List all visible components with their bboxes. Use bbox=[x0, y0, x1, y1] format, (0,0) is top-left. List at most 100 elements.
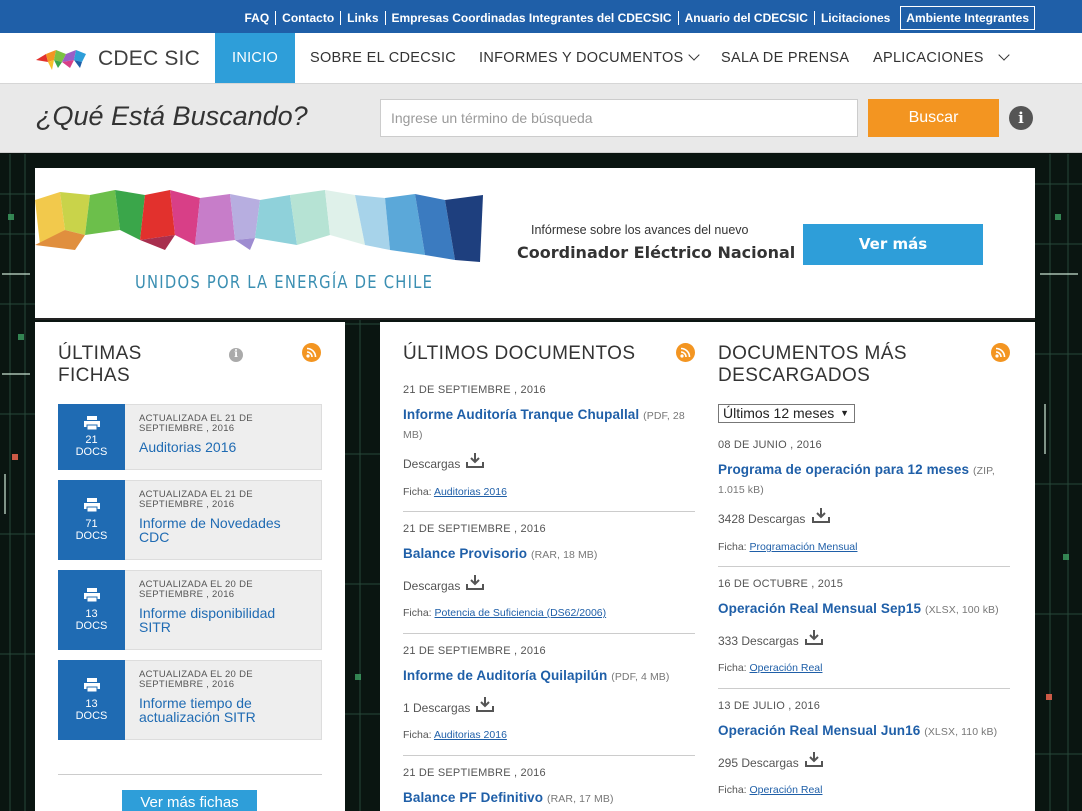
nav-aplicaciones-label: APLICACIONES bbox=[873, 50, 984, 66]
ficha-name[interactable]: Auditorias 2016 bbox=[139, 440, 236, 454]
doc-date: 21 DE SEPTIEMBRE , 2016 bbox=[403, 523, 546, 535]
ficha-updated: ACTUALIZADA EL 20 DE SEPTIEMBRE , 2016 bbox=[139, 669, 253, 690]
ficha-item[interactable]: 13 DOCS ACTUALIZADA EL 20 DE SEPTIEMBRE … bbox=[58, 660, 322, 740]
doc-ficha-link[interactable]: Auditorias 2016 bbox=[434, 729, 507, 741]
ficha-item[interactable]: 71 DOCS ACTUALIZADA EL 21 DE SEPTIEMBRE … bbox=[58, 480, 322, 560]
doc-date: 21 DE SEPTIEMBRE , 2016 bbox=[403, 384, 546, 396]
ficha-updated: ACTUALIZADA EL 20 DE SEPTIEMBRE , 2016 bbox=[139, 579, 253, 600]
divider bbox=[58, 774, 322, 775]
nav-sala-prensa[interactable]: SALA DE PRENSA bbox=[721, 33, 849, 83]
mas-descargados-title-line1: DOCUMENTOS MÁS bbox=[718, 343, 907, 364]
ficha-doc-count: 13 DOCS bbox=[58, 570, 125, 650]
top-links: FAQ Contacto Links Empresas Coordinadas … bbox=[238, 6, 1035, 30]
ficha-name[interactable]: Informe disponibilidad SITR bbox=[139, 606, 309, 634]
ultimas-fichas-title-line2: FICHAS bbox=[58, 365, 131, 386]
ficha-name[interactable]: Informe de Novedades CDC bbox=[139, 516, 309, 544]
ultimos-documentos-title: ÚLTIMOS DOCUMENTOS bbox=[403, 343, 636, 364]
link-links[interactable]: Links bbox=[340, 11, 384, 25]
period-select[interactable]: Últimos 12 meses ▼ bbox=[718, 404, 855, 423]
doc-meta: (XLSX, 110 kB) bbox=[924, 726, 998, 738]
doc-ficha-link[interactable]: Auditorias 2016 bbox=[434, 486, 507, 498]
rss-icon[interactable] bbox=[302, 343, 321, 362]
ficha-docs-label: DOCS bbox=[75, 530, 108, 542]
doc-date: 08 DE JUNIO , 2016 bbox=[718, 439, 822, 451]
search-title: ¿Qué Está Buscando? bbox=[36, 101, 308, 131]
link-ambiente-integrantes[interactable]: Ambiente Integrantes bbox=[900, 6, 1035, 30]
doc-title[interactable]: Programa de operación para 12 meses (ZIP… bbox=[718, 461, 1013, 499]
doc-title[interactable]: Informe Auditoría Tranque Chupallal (PDF… bbox=[403, 406, 693, 444]
doc-title-text: Informe Auditoría Tranque Chupallal bbox=[403, 407, 640, 422]
link-licitaciones[interactable]: Licitaciones bbox=[813, 11, 896, 25]
doc-title-text: Informe de Auditoría Quilapilún bbox=[403, 668, 608, 683]
period-select-value: Últimos 12 meses bbox=[723, 405, 835, 421]
banner-title: Coordinador Eléctrico Nacional bbox=[517, 243, 796, 262]
doc-title[interactable]: Operación Real Mensual Jun16 (XLSX, 110 … bbox=[718, 722, 1018, 741]
doc-ficha-link[interactable]: Operación Real bbox=[750, 784, 823, 796]
ultimas-fichas-panel: ÚLTIMAS FICHAS i 21 DOCS ACTUALIZADA EL … bbox=[35, 322, 345, 811]
banner-ver-mas-button[interactable]: Ver más bbox=[803, 224, 983, 265]
link-empresas-coordinadas[interactable]: Empresas Coordinadas Integrantes del CDE… bbox=[384, 11, 678, 25]
nav-inicio[interactable]: INICIO bbox=[215, 33, 296, 83]
ficha-item[interactable]: 21 DOCS ACTUALIZADA EL 21 DE SEPTIEMBRE … bbox=[58, 404, 322, 470]
printer-icon bbox=[84, 588, 100, 602]
ficha-docs-label: DOCS bbox=[75, 710, 108, 722]
ficha-name[interactable]: Informe tiempo de actualización SITR bbox=[139, 696, 309, 724]
doc-title-text: Balance Provisorio bbox=[403, 546, 528, 561]
doc-date: 13 DE JULIO , 2016 bbox=[718, 700, 821, 712]
ficha-doc-count: 13 DOCS bbox=[58, 660, 125, 740]
logo-text: CDEC SIC bbox=[98, 47, 200, 70]
rss-icon[interactable] bbox=[991, 343, 1010, 362]
nav-sobre[interactable]: SOBRE EL CDECSIC bbox=[310, 33, 456, 83]
download-icon[interactable] bbox=[466, 575, 484, 590]
mas-descargados-title-line2: DESCARGADOS bbox=[718, 365, 871, 386]
doc-ficha-link[interactable]: Operación Real bbox=[750, 662, 823, 674]
download-icon[interactable] bbox=[805, 630, 823, 645]
nav-informes[interactable]: INFORMES Y DOCUMENTOS bbox=[479, 33, 700, 83]
doc-ficha-link[interactable]: Programación Mensual bbox=[750, 541, 858, 553]
ficha-updated: ACTUALIZADA EL 21 DE SEPTIEMBRE , 2016 bbox=[139, 413, 253, 434]
doc-title[interactable]: Informe de Auditoría Quilapilún (PDF, 4 … bbox=[403, 667, 703, 686]
banner-polygon-art bbox=[35, 190, 483, 262]
caret-down-icon: ▼ bbox=[840, 408, 849, 418]
rss-icon[interactable] bbox=[676, 343, 695, 362]
chevron-down-icon bbox=[998, 49, 1010, 61]
download-icon[interactable] bbox=[476, 697, 494, 712]
download-icon[interactable] bbox=[466, 453, 484, 468]
ficha-updated: ACTUALIZADA EL 21 DE SEPTIEMBRE , 2016 bbox=[139, 489, 253, 510]
ficha-count: 13 bbox=[85, 608, 98, 620]
doc-title[interactable]: Balance Provisorio (RAR, 18 MB) bbox=[403, 545, 693, 564]
link-faq[interactable]: FAQ bbox=[238, 11, 275, 25]
doc-ficha: Ficha: Programación Mensual bbox=[718, 541, 857, 553]
divider bbox=[403, 511, 695, 512]
logo-mark-icon bbox=[36, 50, 86, 70]
doc-meta: (PDF, 4 MB) bbox=[611, 671, 670, 683]
nav-aplicaciones[interactable]: APLICACIONES bbox=[873, 33, 1010, 83]
info-icon[interactable]: i bbox=[1009, 106, 1033, 130]
doc-title[interactable]: Operación Real Mensual Sep15 (XLSX, 100 … bbox=[718, 600, 1018, 619]
doc-downloads: 1 Descargas bbox=[403, 701, 471, 715]
doc-ficha-label: Ficha: bbox=[403, 729, 432, 741]
doc-ficha-label: Ficha: bbox=[718, 784, 747, 796]
ficha-item[interactable]: 13 DOCS ACTUALIZADA EL 20 DE SEPTIEMBRE … bbox=[58, 570, 322, 650]
doc-ficha-label: Ficha: bbox=[403, 486, 432, 498]
divider bbox=[718, 688, 1010, 689]
doc-title[interactable]: Balance PF Definitivo (RAR, 17 MB) bbox=[403, 789, 703, 808]
doc-ficha-link[interactable]: Potencia de Suficiencia (DS62/2006) bbox=[435, 607, 607, 619]
doc-title-text: Balance PF Definitivo bbox=[403, 790, 544, 805]
ficha-count: 21 bbox=[85, 434, 98, 446]
logo[interactable]: CDEC SIC bbox=[36, 47, 200, 71]
search-bar: ¿Qué Está Buscando? Buscar i bbox=[0, 83, 1082, 153]
download-icon[interactable] bbox=[812, 508, 830, 523]
search-input[interactable] bbox=[380, 99, 858, 137]
doc-title-text: Operación Real Mensual Jun16 bbox=[718, 723, 921, 738]
doc-ficha: Ficha: Operación Real bbox=[718, 784, 822, 796]
ver-mas-fichas-button[interactable]: Ver más fichas bbox=[122, 790, 257, 811]
info-icon[interactable]: i bbox=[229, 348, 243, 362]
doc-date: 21 DE SEPTIEMBRE , 2016 bbox=[403, 645, 546, 657]
link-contacto[interactable]: Contacto bbox=[275, 11, 340, 25]
ficha-doc-count: 21 DOCS bbox=[58, 404, 125, 470]
ultimas-fichas-title-line1: ÚLTIMAS bbox=[58, 343, 142, 364]
download-icon[interactable] bbox=[805, 752, 823, 767]
search-button[interactable]: Buscar bbox=[868, 99, 999, 137]
link-anuario[interactable]: Anuario del CDECSIC bbox=[677, 11, 814, 25]
